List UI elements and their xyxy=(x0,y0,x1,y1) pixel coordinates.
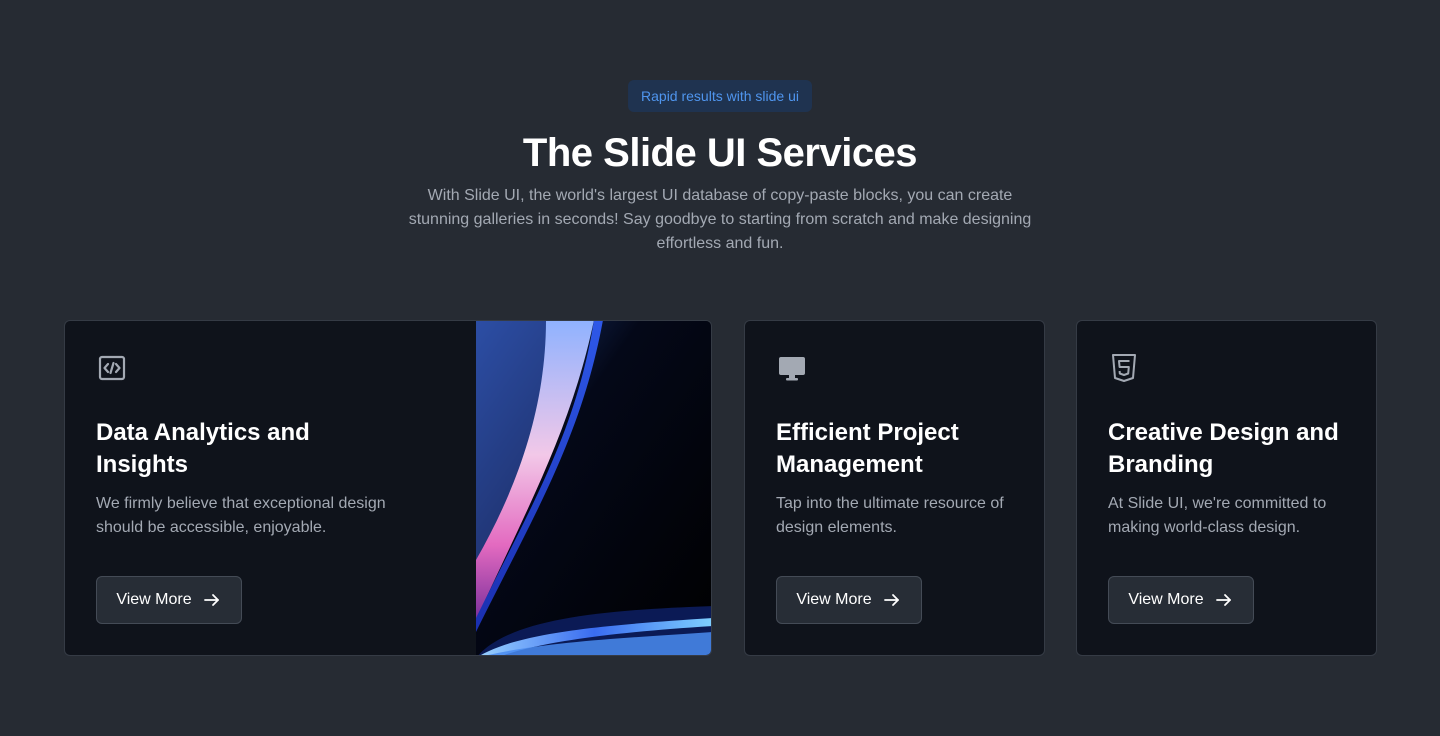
button-label: View More xyxy=(116,591,192,608)
monitor-icon xyxy=(779,357,805,381)
arrow-right-icon xyxy=(883,594,899,606)
card-description: We firmly believe that exceptional desig… xyxy=(96,495,386,536)
section-badge: Rapid results with slide ui xyxy=(628,80,812,112)
service-card-data-analytics: Data Analytics and Insights We firmly be… xyxy=(64,320,712,656)
arrow-right-icon xyxy=(203,594,219,606)
abstract-wave-image xyxy=(476,321,711,655)
section-title: The Slide UI Services xyxy=(522,131,918,175)
card-description: At Slide UI, we're committed to making w… xyxy=(1108,495,1327,536)
service-card-creative-design: Creative Design and Branding At Slide UI… xyxy=(1076,320,1377,656)
button-label: View More xyxy=(1128,591,1204,608)
button-label: View More xyxy=(796,591,872,608)
view-more-button[interactable]: View More xyxy=(776,576,922,624)
view-more-button[interactable]: View More xyxy=(1108,576,1254,624)
arrow-right-icon xyxy=(1215,594,1231,606)
section-subtitle: With Slide UI, the world's largest UI da… xyxy=(408,187,1032,252)
card-title: Efficient Project Management xyxy=(776,419,959,478)
card-title: Creative Design and Branding xyxy=(1108,419,1339,478)
card-title: Data Analytics and Insights xyxy=(96,419,310,478)
card-description: Tap into the ultimate resource of design… xyxy=(776,495,1004,536)
html5-icon xyxy=(1112,354,1136,382)
service-card-project-management: Efficient Project Management Tap into th… xyxy=(744,320,1045,656)
code-icon xyxy=(98,355,126,381)
view-more-button[interactable]: View More xyxy=(96,576,242,624)
